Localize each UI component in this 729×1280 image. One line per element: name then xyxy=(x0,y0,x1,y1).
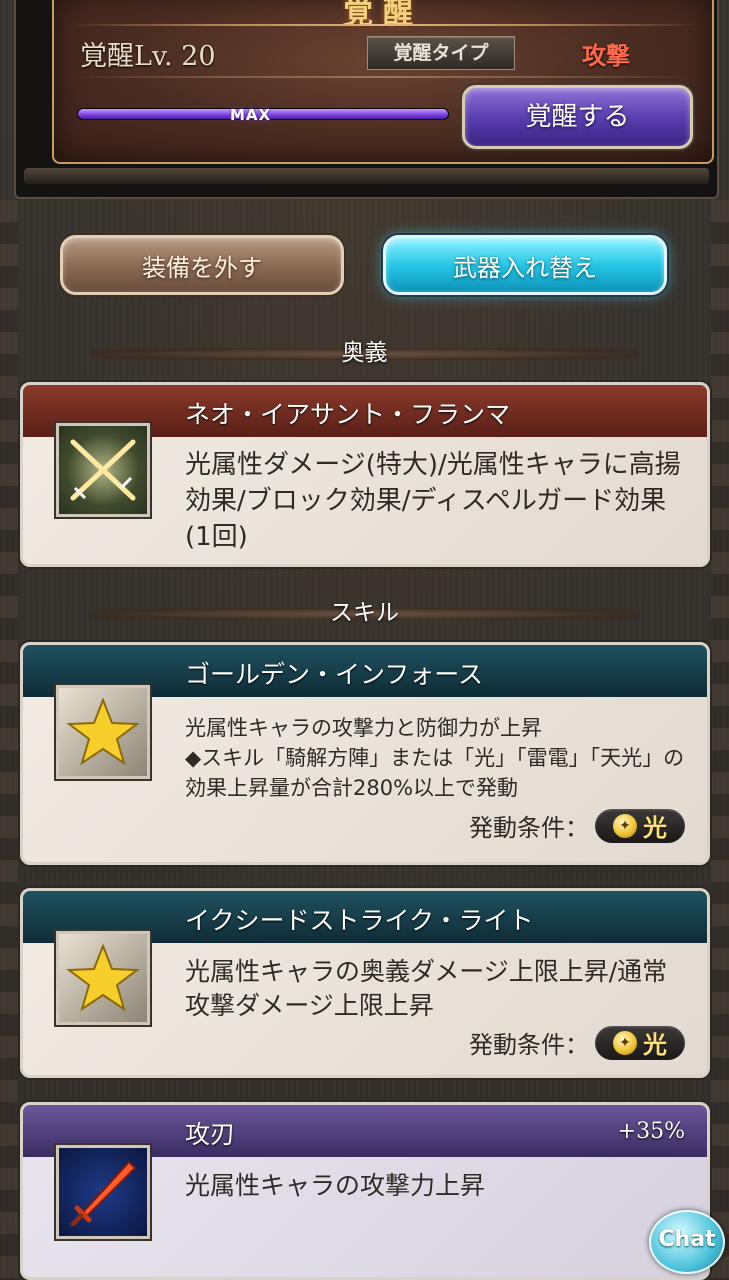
gauge-max-label: MAX xyxy=(230,106,272,124)
skill-section-header: スキル xyxy=(0,598,729,628)
skill-name: イクシードストライク・ライト xyxy=(185,906,534,935)
swap-weapon-button[interactable]: 武器入れ替え xyxy=(383,235,667,295)
condition-label: 発動条件： xyxy=(469,1031,589,1059)
panel-bottom-ornament xyxy=(24,168,709,184)
awakening-level: 覚醒Lv. 20 xyxy=(80,41,216,72)
gold-star-icon xyxy=(56,931,150,1025)
condition-label: 発動条件： xyxy=(469,814,589,842)
chat-button[interactable]: Chat xyxy=(649,1210,725,1274)
awakening-type-label: 覚醒タイプ xyxy=(367,36,515,70)
ougi-section-header: 奥義 xyxy=(0,338,729,368)
awakening-title: 覚醒 xyxy=(343,0,423,31)
skill-description: 光属性キャラの攻撃力上昇 xyxy=(185,1171,486,1200)
activation-condition: 発動条件： ✦ 光 xyxy=(469,1025,685,1060)
awakening-type-value: 攻撃 xyxy=(582,42,630,70)
light-element-badge: ✦ 光 xyxy=(595,808,685,843)
skill-value: +35% xyxy=(617,1119,685,1144)
skill-card-3[interactable]: 攻刃 +35% 光属性キャラの攻撃力上昇 xyxy=(20,1102,710,1280)
ougi-name: ネオ・イアサント・フランマ xyxy=(185,400,511,429)
ougi-section-title: 奥義 xyxy=(341,340,388,366)
crossed-swords-icon xyxy=(56,423,150,517)
skill-section-title: スキル xyxy=(330,600,399,626)
skill-description: 光属性キャラの奥義ダメージ上限上昇/通常攻撃ダメージ上限上昇 xyxy=(185,957,668,1020)
gold-star-icon xyxy=(56,685,150,779)
condition-value: 光 xyxy=(643,814,667,842)
awakening-panel: 覚醒 覚醒Lv. 20 覚醒タイプ 攻撃 MAX 覚醒する xyxy=(52,0,714,164)
skill-name: ゴールデン・インフォース xyxy=(185,660,484,689)
skill-description: 光属性キャラの攻撃力と防御力が上昇 ◆スキル「騎解方陣」または「光」「雷電」「天… xyxy=(185,716,685,800)
light-element-icon: ✦ xyxy=(613,1030,637,1055)
light-element-icon: ✦ xyxy=(613,813,637,838)
awaken-button[interactable]: 覚醒する xyxy=(462,85,693,149)
unequip-button[interactable]: 装備を外す xyxy=(60,235,344,295)
activation-condition: 発動条件： ✦ 光 xyxy=(469,808,685,843)
skill-card-2[interactable]: イクシードストライク・ライト 光属性キャラの奥義ダメージ上限上昇/通常攻撃ダメー… xyxy=(20,888,710,1078)
title-divider xyxy=(68,24,698,26)
ougi-description: 光属性ダメージ(特大)/光属性キャラに高揚効果/ブロック効果/ディスペルガード効… xyxy=(185,450,681,552)
ougi-card[interactable]: ネオ・イアサント・フランマ 光属性ダメージ(特大)/光属性キャラに高揚効果/ブロ… xyxy=(20,382,710,567)
light-element-badge: ✦ 光 xyxy=(595,1025,685,1060)
panel-divider xyxy=(68,76,698,78)
red-blade-icon xyxy=(56,1145,150,1239)
skill-card-1[interactable]: ゴールデン・インフォース 光属性キャラの攻撃力と防御力が上昇 ◆スキル「騎解方陣… xyxy=(20,642,710,865)
condition-value: 光 xyxy=(643,1031,667,1059)
skill-name: 攻刃 xyxy=(185,1120,236,1149)
awakening-frame: 覚醒 覚醒Lv. 20 覚醒タイプ 攻撃 MAX 覚醒する xyxy=(14,0,719,199)
